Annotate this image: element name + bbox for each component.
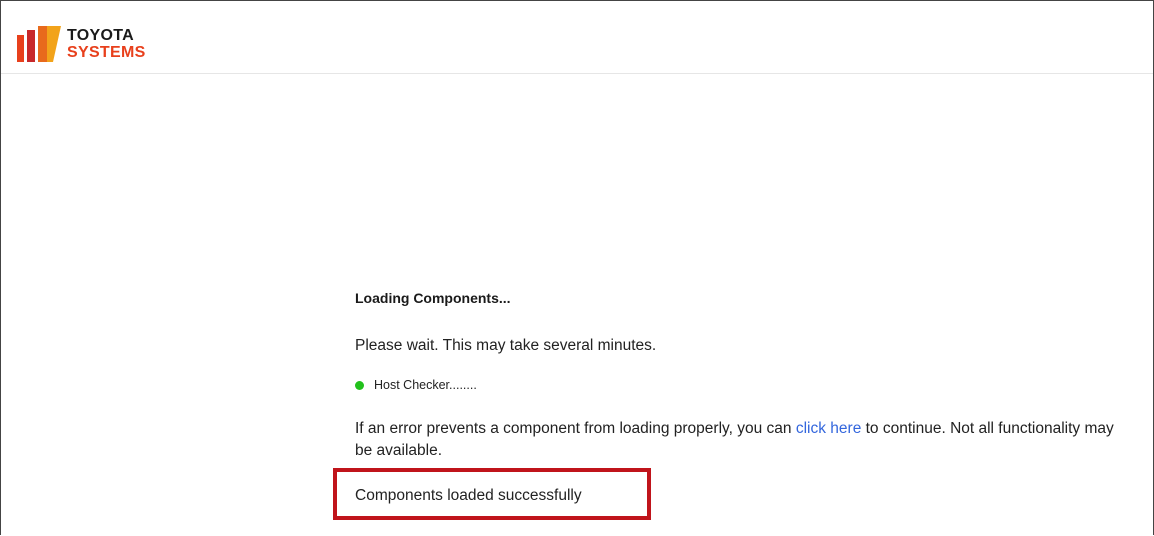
logo-text-toyota: TOYOTA bbox=[67, 27, 134, 44]
error-message-prefix: If an error prevents a component from lo… bbox=[355, 420, 796, 437]
logo-wordmark: TOYOTA SYSTEMS bbox=[67, 27, 146, 61]
page-header: TOYOTA SYSTEMS bbox=[1, 1, 1153, 74]
host-checker-label: Host Checker........ bbox=[374, 378, 477, 392]
host-checker-row: Host Checker........ bbox=[355, 377, 477, 393]
logo-mark-icon bbox=[17, 26, 61, 62]
error-help-message: If an error prevents a component from lo… bbox=[355, 418, 1135, 462]
click-here-link[interactable]: click here bbox=[796, 420, 861, 437]
browser-page: TOYOTA SYSTEMS Loading Components... Ple… bbox=[0, 0, 1154, 535]
wait-message: Please wait. This may take several minut… bbox=[355, 337, 657, 354]
highlight-box bbox=[333, 468, 651, 520]
status-ok-dot-icon bbox=[355, 380, 364, 390]
loading-heading: Loading Components... bbox=[355, 290, 511, 306]
toyota-systems-logo: TOYOTA SYSTEMS bbox=[17, 26, 157, 62]
logo-text-systems: SYSTEMS bbox=[67, 44, 146, 61]
